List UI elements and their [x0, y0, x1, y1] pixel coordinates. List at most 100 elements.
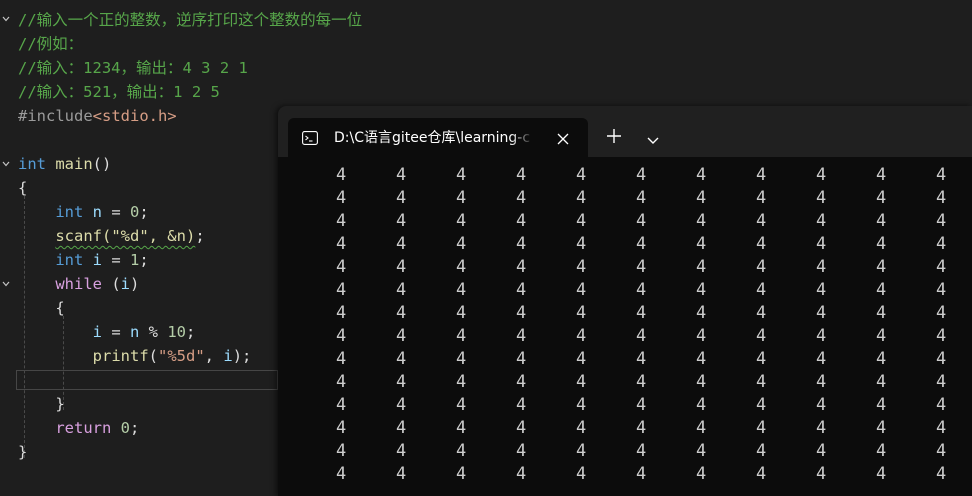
code-line[interactable]: #include<stdio.h> [18, 104, 177, 128]
output-digit: 4 [336, 234, 347, 254]
code-token: int [18, 155, 46, 173]
output-digit: 4 [576, 280, 587, 300]
output-digit: 4 [876, 280, 887, 300]
output-digit: 4 [336, 349, 347, 369]
output-digit: 4 [756, 234, 767, 254]
code-line[interactable]: int i = 1; [18, 248, 148, 272]
output-digit: 4 [336, 165, 347, 185]
close-icon[interactable] [556, 131, 570, 145]
output-digit: 4 [576, 372, 587, 392]
output-digit: 4 [936, 464, 947, 484]
output-digit: 4 [816, 349, 827, 369]
output-digit: 4 [396, 234, 407, 254]
code-line[interactable]: } [18, 392, 64, 416]
code-line[interactable]: //输入一个正的整数，逆序打印这个整数的每一位 [18, 8, 362, 32]
output-digit: 4 [516, 188, 527, 208]
code-line[interactable]: //输入：521，输出：1 2 5 [18, 80, 220, 104]
output-digit: 4 [756, 165, 767, 185]
code-line[interactable]: i = n % 10; [18, 320, 196, 344]
output-line: 4 4 4 4 4 4 4 4 4 4 4 [278, 325, 972, 348]
output-digit: 4 [876, 257, 887, 277]
code-token: } [18, 443, 28, 461]
output-digit: 4 [876, 211, 887, 231]
output-digit: 4 [636, 464, 647, 484]
output-digit: 4 [516, 441, 527, 461]
code-token: 0 [120, 419, 131, 437]
code-line[interactable]: } [18, 440, 27, 464]
new-tab-plus-icon[interactable] [606, 128, 622, 144]
code-token: scanf("%d", &n) [55, 227, 196, 245]
output-digit: 4 [876, 372, 887, 392]
output-digit: 4 [696, 303, 707, 323]
output-digit: 4 [636, 418, 647, 438]
fold-chevron-down-icon[interactable] [1, 279, 11, 289]
output-digit: 4 [936, 395, 947, 415]
output-digit: 4 [876, 441, 887, 461]
output-digit: 4 [876, 165, 887, 185]
dropdown-chevron-down-icon[interactable] [646, 131, 660, 144]
output-digit: 4 [516, 257, 527, 277]
terminal-window[interactable]: D:\C语言gitee仓库\learning-c 444444444444444… [278, 106, 972, 496]
output-digit: 4 [336, 211, 347, 231]
code-line[interactable]: int main() [18, 152, 111, 176]
tab-title: D:\C语言gitee仓库\learning-c [334, 130, 531, 146]
output-digit: 4 [576, 395, 587, 415]
output-line: 4 4 4 4 4 4 4 4 4 4 4 [278, 371, 972, 394]
output-digit: 4 [756, 395, 767, 415]
output-digit: 4 [576, 165, 587, 185]
code-line[interactable]: { [18, 176, 27, 200]
code-line[interactable]: return 0; [18, 416, 139, 440]
output-digit: 4 [756, 441, 767, 461]
current-line-highlight [16, 370, 278, 390]
code-line[interactable]: //例如： [18, 32, 83, 56]
output-digit: 4 [816, 188, 827, 208]
code-line[interactable]: printf("%5d", i); [18, 344, 252, 368]
output-digit: 4 [516, 303, 527, 323]
code-line[interactable]: //输入：1234，输出：4 3 2 1 [18, 56, 248, 80]
output-digit: 4 [576, 464, 587, 484]
terminal-output[interactable]: 4 4 4 4 4 4 4 4 4 4 4 4 4 4 4 4 4 4 4 4 4 4 4 4 4 4 4 4 4 4 4 4 4 4 4 4 4 4 4 4… [278, 164, 972, 496]
output-digit: 4 [576, 441, 587, 461]
output-digit: 4 [336, 326, 347, 346]
output-digit: 4 [456, 326, 467, 346]
terminal-titlebar[interactable]: D:\C语言gitee仓库\learning-c [278, 106, 972, 157]
output-digit: 4 [576, 326, 587, 346]
fold-chevron-down-icon[interactable] [1, 159, 11, 169]
output-digit: 4 [336, 280, 347, 300]
output-digit: 4 [756, 418, 767, 438]
output-digit: 4 [696, 418, 707, 438]
code-token: int [55, 203, 84, 221]
output-digit: 4 [696, 234, 707, 254]
output-digit: 4 [396, 326, 407, 346]
output-digit: 4 [336, 257, 347, 277]
terminal-tab[interactable]: D:\C语言gitee仓库\learning-c [288, 118, 588, 157]
code-token: //输入一个正的整数，逆序打印这个整数的每一位 [18, 11, 363, 29]
output-digit: 4 [756, 349, 767, 369]
code-line[interactable]: int n = 0; [18, 200, 148, 224]
code-token: { [18, 179, 28, 197]
output-digit: 4 [336, 441, 347, 461]
output-digit: 4 [696, 257, 707, 277]
code-token: ( [102, 275, 121, 293]
output-digit: 4 [756, 211, 767, 231]
code-token: i [92, 323, 102, 341]
output-digit: 4 [816, 303, 827, 323]
output-digit: 4 [636, 372, 647, 392]
fold-chevron-down-icon[interactable] [1, 14, 11, 24]
output-digit: 4 [396, 395, 407, 415]
code-line[interactable]: { [18, 296, 65, 320]
code-token: () [92, 155, 112, 173]
output-digit: 4 [636, 326, 647, 346]
output-digit: 4 [936, 349, 947, 369]
output-digit: 4 [636, 165, 647, 185]
output-digit: 4 [936, 418, 947, 438]
output-digit: 4 [816, 165, 827, 185]
output-line: 4 4 4 4 4 4 4 4 4 4 4 [278, 164, 972, 187]
code-line[interactable]: scanf("%d", &n); [18, 224, 204, 248]
code-line[interactable]: while (i) [18, 272, 139, 296]
code-token: n [92, 203, 103, 221]
code-token: { [18, 299, 65, 317]
